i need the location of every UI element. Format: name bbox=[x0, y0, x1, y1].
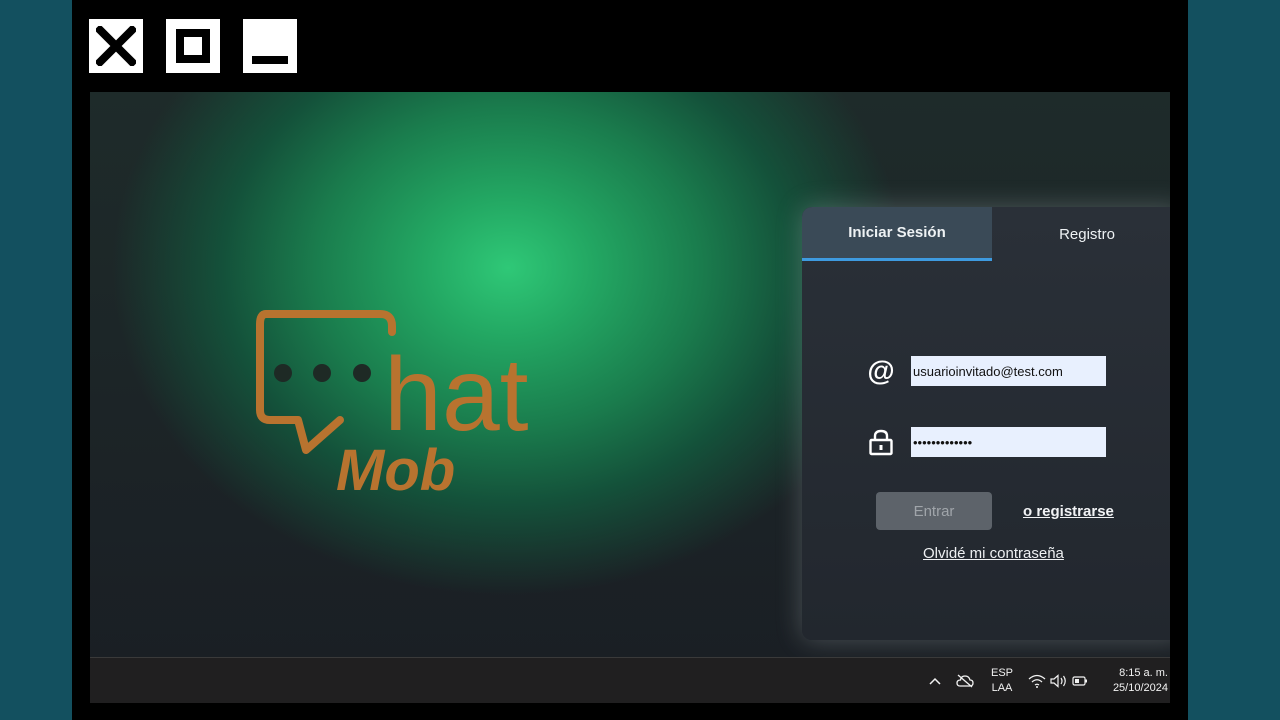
onedrive-status[interactable] bbox=[954, 658, 976, 703]
battery-icon bbox=[1072, 676, 1087, 686]
language-indicator[interactable]: ESP LAA bbox=[984, 658, 1020, 703]
language-code: ESP bbox=[990, 667, 1013, 679]
volume-icon bbox=[1050, 674, 1066, 688]
window-frame: hat Mob Iniciar Sesión Registro @ usuari… bbox=[72, 0, 1188, 720]
minimize-icon bbox=[252, 56, 288, 64]
cloud-off-icon bbox=[956, 674, 974, 688]
submit-button[interactable]: Entrar bbox=[876, 492, 992, 530]
chevron-up-icon bbox=[929, 677, 941, 685]
app-screen: hat Mob Iniciar Sesión Registro @ usuari… bbox=[90, 92, 1170, 703]
maximize-button[interactable] bbox=[166, 19, 220, 73]
clock[interactable]: 8:15 a. m. 25/10/2024 bbox=[1100, 658, 1170, 703]
maximize-icon bbox=[176, 29, 210, 63]
auth-tabs: Iniciar Sesión Registro bbox=[802, 207, 1170, 261]
tab-login[interactable]: Iniciar Sesión bbox=[802, 207, 992, 261]
forgot-password-link[interactable]: Olvidé mi contraseña bbox=[923, 545, 1064, 562]
close-icon bbox=[96, 26, 136, 66]
taskbar: ESP LAA 8:15 a. m. 25/10/2024 bbox=[90, 657, 1170, 703]
quick-settings[interactable] bbox=[1028, 658, 1088, 703]
tab-register[interactable]: Registro bbox=[992, 207, 1170, 261]
register-link[interactable]: o registrarse bbox=[1023, 503, 1114, 520]
at-icon: @ bbox=[867, 355, 895, 386]
clock-date: 25/10/2024 bbox=[1112, 682, 1168, 694]
login-card: Iniciar Sesión Registro @ usuarioinvitad… bbox=[802, 207, 1170, 640]
keyboard-layout: LAA bbox=[991, 682, 1013, 694]
close-button[interactable] bbox=[89, 19, 143, 73]
minimize-button[interactable] bbox=[243, 19, 297, 73]
email-field[interactable] bbox=[911, 356, 1106, 386]
chatmob-logo: hat Mob bbox=[256, 302, 576, 507]
logo-word-mob: Mob bbox=[336, 438, 455, 502]
lock-icon bbox=[864, 427, 898, 457]
logo-word-hat: hat bbox=[384, 337, 529, 453]
tray-overflow-button[interactable] bbox=[924, 658, 946, 703]
clock-time: 8:15 a. m. bbox=[1119, 667, 1168, 679]
email-row: @ bbox=[864, 356, 1106, 386]
password-row bbox=[864, 427, 1106, 457]
password-field[interactable] bbox=[911, 427, 1106, 457]
wifi-icon bbox=[1028, 674, 1046, 688]
